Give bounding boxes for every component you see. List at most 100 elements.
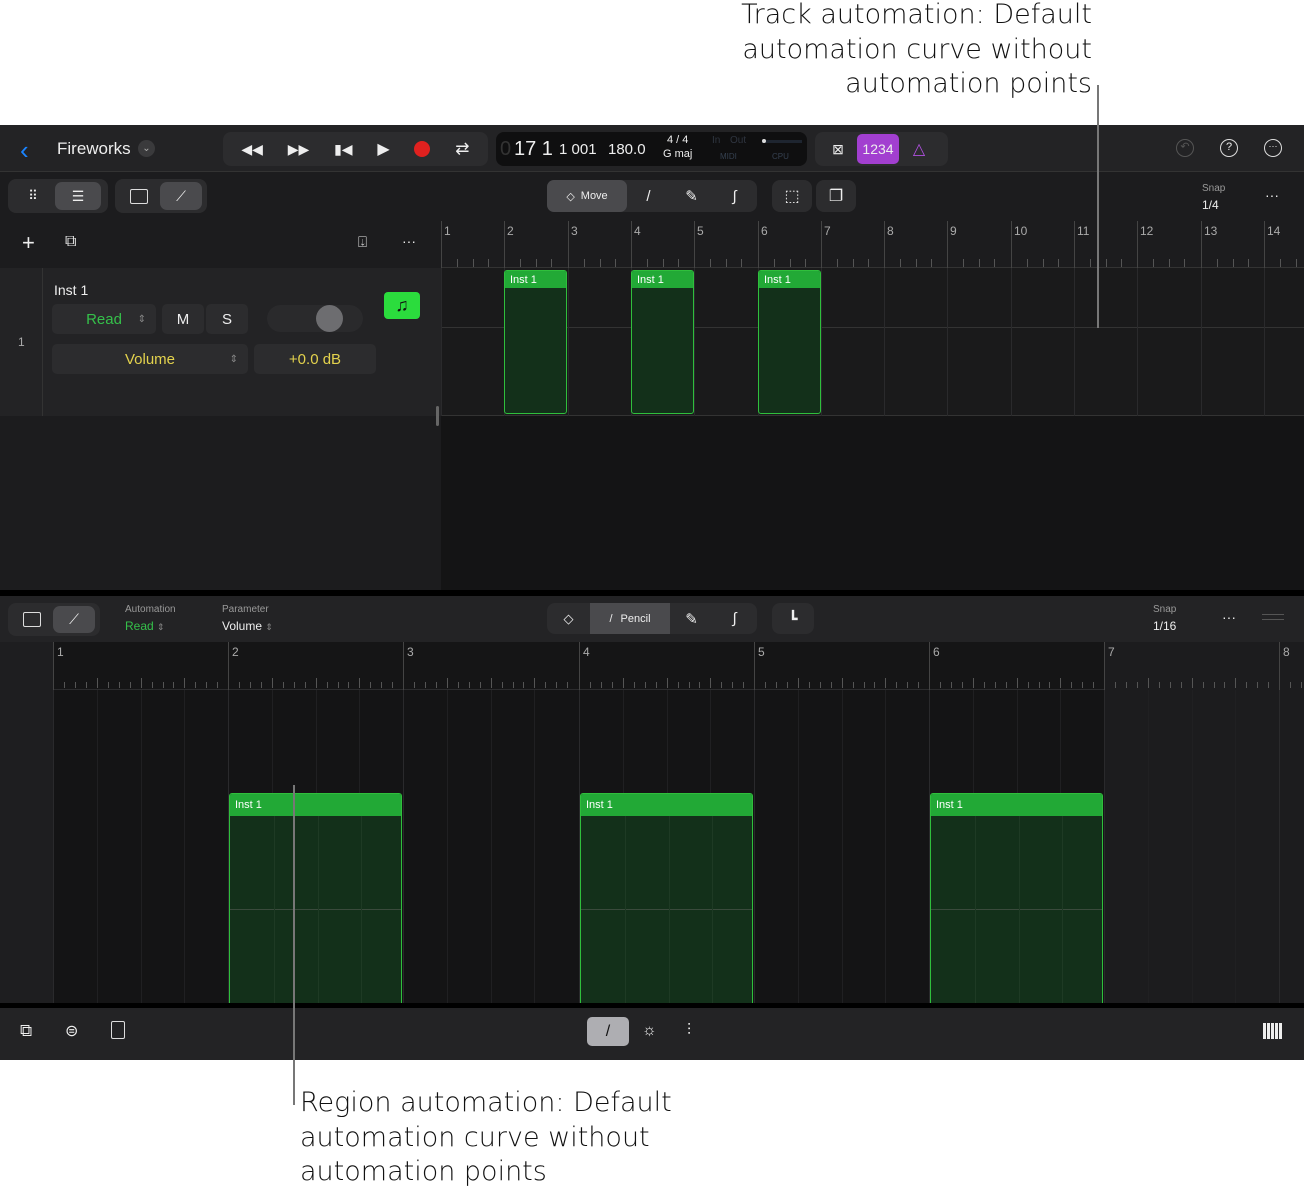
editor-region[interactable]: Inst 1 [580, 793, 753, 1003]
ruler-bar-number[interactable]: 14 [1267, 224, 1280, 238]
automation-mode-select[interactable]: Read ⇕ [52, 304, 156, 334]
ruler-bar-number[interactable]: 13 [1204, 224, 1217, 238]
select-icon[interactable]: ⬚ [772, 180, 812, 212]
inspector-icon[interactable] [111, 1021, 125, 1039]
ruler-bar-number[interactable]: 3 [407, 645, 414, 659]
track-lane[interactable] [441, 268, 1304, 416]
curve-icon[interactable]: ∫ [713, 603, 756, 634]
ruler-bar-number[interactable]: 1 [444, 224, 451, 238]
toolbar-more-icon[interactable]: ··· [1265, 187, 1279, 203]
region-automation-curve[interactable] [230, 909, 401, 910]
region-view-icon[interactable] [118, 182, 160, 210]
help-icon[interactable]: ? [1220, 139, 1238, 157]
ruler-bar-number[interactable]: 9 [950, 224, 957, 238]
rewind-icon[interactable]: ◀◀ [241, 141, 263, 158]
ruler-bar-number[interactable]: 6 [761, 224, 768, 238]
count-in-button[interactable]: 1234 [857, 134, 899, 164]
duplicate-track-icon[interactable]: ⧉ [65, 233, 76, 251]
low-latency-icon[interactable]: ⊠ [819, 132, 857, 166]
ruler-bar-number[interactable]: 10 [1014, 224, 1027, 238]
track-region[interactable]: Inst 1 [631, 270, 694, 414]
parameter-value-field[interactable]: +0.0 dB [254, 344, 376, 374]
editor-more-icon[interactable]: ··· [1222, 609, 1236, 625]
add-track-icon[interactable]: + [22, 230, 35, 256]
ruler-bar-number[interactable]: 4 [634, 224, 641, 238]
ruler-bar-number[interactable]: 8 [887, 224, 894, 238]
metronome-icon[interactable]: △ [899, 132, 939, 166]
undo-icon[interactable]: ↶ [1176, 139, 1194, 157]
ruler-bar-number[interactable]: 7 [1108, 645, 1115, 659]
parameter-select[interactable]: Volume ⇕ [52, 344, 248, 374]
ruler-bar-number[interactable]: 2 [507, 224, 514, 238]
ruler-bar-number[interactable]: 11 [1077, 224, 1089, 238]
tracks-view-icon[interactable]: ☰ [55, 182, 101, 210]
region-automation-curve[interactable] [931, 909, 1102, 910]
snap-value[interactable]: 1/16 [1153, 619, 1176, 633]
ruler-bar-number[interactable]: 2 [232, 645, 239, 659]
cycle-icon[interactable]: ⇄ [455, 139, 469, 159]
beat-tick [726, 259, 727, 267]
brush-icon[interactable]: ✎ [670, 603, 713, 634]
track-region[interactable]: Inst 1 [758, 270, 821, 414]
fast-forward-icon[interactable]: ▶▶ [288, 141, 310, 158]
resize-handle[interactable] [436, 406, 439, 426]
instrument-icon[interactable]: ♫ [384, 292, 420, 319]
sixteenth-tick [1181, 682, 1182, 688]
ruler-bar-number[interactable]: 8 [1283, 645, 1290, 659]
project-title[interactable]: Fireworks [57, 139, 131, 159]
region-automation-curve[interactable] [581, 909, 752, 910]
snap-value[interactable]: 1/4 [1202, 198, 1219, 212]
track-region[interactable]: Inst 1 [504, 270, 567, 414]
grid-view-icon[interactable]: ⠿ [11, 182, 55, 210]
slider-knob[interactable] [316, 305, 343, 332]
track-name[interactable]: Inst 1 [54, 282, 88, 298]
sixteenth-tick [163, 682, 164, 688]
import-icon[interactable]: ⍗ [358, 234, 367, 251]
browser-icon[interactable]: ⧉ [20, 1021, 32, 1041]
automation-icon[interactable]: ⟋ [53, 606, 95, 633]
automation-icon[interactable]: ⟋ [160, 182, 202, 210]
step-icon[interactable]: ┗ [772, 603, 814, 634]
ruler-bar-number[interactable]: 3 [571, 224, 578, 238]
lcd-display[interactable]: 0 17 1 1 001 180.0 4 / 4 G maj In Out MI… [496, 132, 807, 166]
editor-area[interactable]: 1 2 3 4 5 6 7 8 Inst 1 Inst 1 Inst 1 [53, 642, 1304, 1003]
toggles-icon[interactable]: ⊜ [65, 1021, 78, 1041]
chevron-down-icon[interactable]: ⌄ [138, 140, 155, 157]
track-automation-curve[interactable] [441, 327, 1304, 328]
ruler-bar-number[interactable]: 5 [758, 645, 765, 659]
move-icon[interactable]: ◇ [547, 603, 590, 634]
tracks-area[interactable]: 1 2 3 4 5 6 7 8 9 10 11 12 13 14 Inst 1 Inst 1 Inst 1 [441, 221, 1304, 590]
ruler-bar-number[interactable]: 12 [1140, 224, 1153, 238]
brush-icon[interactable]: ✎ [670, 180, 713, 212]
volume-slider[interactable] [267, 305, 363, 332]
record-icon[interactable] [414, 141, 431, 157]
go-to-start-icon[interactable]: ▮◀ [334, 141, 352, 158]
smart-controls-icon[interactable]: ☼ [642, 1022, 657, 1040]
mute-button[interactable]: M [162, 304, 204, 334]
drag-handle-icon[interactable] [1262, 614, 1284, 620]
move-tool[interactable]: ◇ Move [547, 180, 627, 212]
edit-pencil-button[interactable]: / [587, 1017, 629, 1046]
editor-region[interactable]: Inst 1 [229, 793, 402, 1003]
region-view-icon[interactable] [11, 606, 53, 633]
mixer-icon[interactable]: ⫶ [687, 1022, 691, 1040]
copy-icon[interactable]: ❐ [816, 180, 856, 212]
ruler-bar-number[interactable]: 5 [697, 224, 704, 238]
more-options-icon[interactable]: ··· [1264, 139, 1282, 157]
ruler-bar-number[interactable]: 7 [824, 224, 831, 238]
editor-parameter[interactable]: Volume ⇕ [222, 619, 273, 633]
keyboard-icon[interactable] [1263, 1023, 1283, 1039]
pencil-icon[interactable]: / [627, 180, 670, 212]
editor-automation-mode[interactable]: Read ⇕ [125, 619, 165, 633]
ruler-bar-number[interactable]: 6 [933, 645, 940, 659]
solo-button[interactable]: S [206, 304, 248, 334]
track-options-icon[interactable]: ··· [402, 233, 416, 249]
editor-region[interactable]: Inst 1 [930, 793, 1103, 1003]
play-icon[interactable]: ▶ [377, 139, 389, 159]
ruler-bar-number[interactable]: 4 [583, 645, 590, 659]
back-button[interactable]: ‹ [20, 135, 29, 166]
pencil-tool[interactable]: / Pencil [590, 603, 670, 634]
track-header[interactable]: 1 Inst 1 Read ⇕ M S ♫ Volume ⇕ +0.0 dB [0, 268, 441, 416]
ruler-bar-number[interactable]: 1 [57, 645, 64, 659]
curve-icon[interactable]: ∫ [713, 180, 756, 212]
